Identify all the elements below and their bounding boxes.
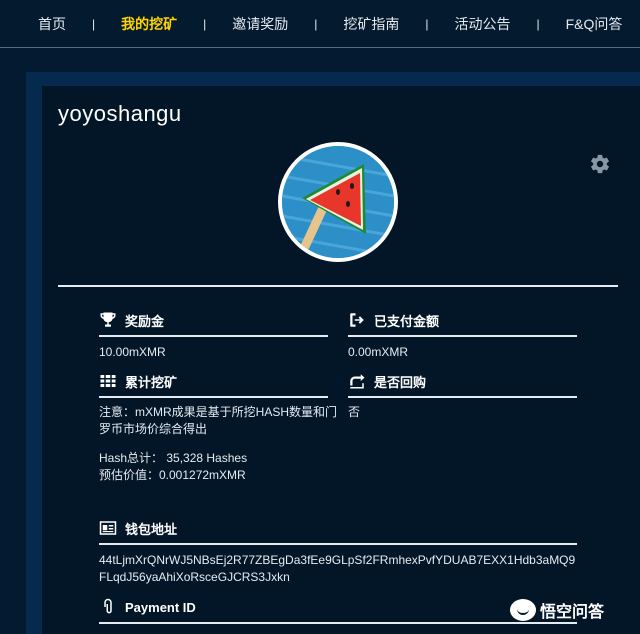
accumulated-title: 累计挖矿 [125,374,178,390]
gear-icon[interactable] [589,153,611,175]
paid-divider [348,335,577,337]
paid-header: 已支付金额 [348,309,439,331]
nav-separator: | [92,16,96,31]
share-icon [350,374,365,389]
accumulated-header: 累计挖矿 [99,370,177,392]
buyback-divider [348,396,577,398]
nav-separator: | [425,16,429,31]
wallet-divider [99,543,577,545]
accumulated-note: 注意：mXMR成果是基于所挖HASH数量和门罗币市场价综合得出 [99,405,338,436]
nav-item-invite-rewards[interactable]: 邀请奖励 [232,14,288,34]
nav-separator: | [314,16,318,31]
sign-out-icon [350,313,364,327]
paid-title: 已支付金额 [374,313,440,329]
chat-bubble-icon [510,599,536,621]
wallet-title: 钱包地址 [125,521,178,537]
watermelon-popsicle-icon [282,146,394,258]
buyback-title: 是否回购 [374,374,427,390]
estimated-value: 预估价值：0.001272mXMR [99,468,246,482]
username: yoyoshangu [58,101,182,126]
profile-divider [58,285,618,287]
payment-id-header: Payment ID [99,596,196,618]
payment-id-divider [99,622,577,624]
nav-item-faq[interactable]: F&Q问答 [566,14,623,34]
reward-divider [99,335,328,337]
buyback-header: 是否回购 [348,370,426,392]
nav-item-home[interactable]: 首页 [38,14,66,34]
payment-id-title: Payment ID [125,599,196,615]
buyback-value: 否 [348,405,361,419]
accumulated-divider [99,396,328,398]
hash-total: Hash总计： 35,328 Hashes [99,451,248,465]
id-card-icon [99,521,117,535]
nav-separator: | [536,16,540,31]
nav-item-my-mining[interactable]: 我的挖矿 [121,14,177,34]
top-nav: 首页 | 我的挖矿 | 邀请奖励 | 挖矿指南 | 活动公告 | F&Q问答 [0,0,640,48]
trophy-icon [100,312,116,327]
reward-header: 奖励金 [99,309,164,331]
paperclip-icon [104,598,112,614]
wallet-address[interactable]: 44tLjmXrQNrWJ5NBsEj2R77ZBEgDa3fEe9GLpSf2… [99,552,579,586]
nav-item-mining-guide[interactable]: 挖矿指南 [343,14,399,34]
paid-value: 0.00mXMR [348,345,409,359]
nav-item-announcements[interactable]: 活动公告 [455,14,511,34]
nav-separator: | [203,16,207,31]
watermark-text: 悟空问答 [540,604,605,621]
grid-icon [100,375,116,387]
wallet-header: 钱包地址 [99,517,177,539]
watermark-logo: 悟空问答 [510,598,604,622]
reward-value: 10.00mXMR [99,345,166,359]
reward-title: 奖励金 [125,313,165,329]
avatar[interactable] [278,142,398,262]
